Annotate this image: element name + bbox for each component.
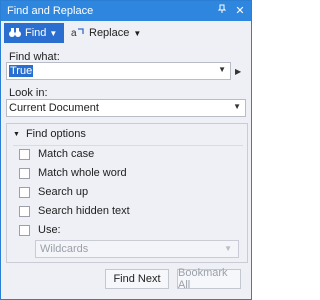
chevron-down-icon: ▼ — [233, 102, 241, 111]
look-in-value: Current Document — [9, 102, 99, 114]
find-mode-button[interactable]: Find ▼ — [4, 23, 64, 43]
title-bar-controls: ✕ — [215, 4, 247, 18]
use-label: Use: — [38, 224, 61, 236]
find-options-panel: ▼ Find options Match case Match whole wo… — [6, 123, 248, 263]
bookmark-all-label: Bookmark All — [178, 267, 228, 291]
search-hidden-text-checkbox[interactable] — [19, 205, 30, 217]
close-icon[interactable]: ✕ — [233, 4, 247, 18]
find-mode-label: Find — [25, 27, 47, 39]
divider — [13, 145, 243, 146]
collapse-triangle-icon: ▼ — [13, 130, 20, 138]
find-replace-window: Find and Replace ✕ Find ▼ a Replace ▼ Fi… — [0, 0, 252, 300]
chevron-down-icon[interactable]: ▼ — [218, 65, 226, 74]
use-checkbox[interactable] — [19, 224, 30, 236]
use-option[interactable]: Use: — [19, 224, 61, 236]
match-whole-word-option[interactable]: Match whole word — [19, 167, 127, 179]
chevron-down-icon: ▼ — [49, 28, 58, 38]
chevron-down-icon: ▼ — [133, 28, 142, 38]
match-whole-word-checkbox[interactable] — [19, 167, 30, 179]
mode-toolbar: Find ▼ a Replace ▼ — [1, 21, 251, 45]
bookmark-all-button: Bookmark All — [177, 267, 241, 291]
use-type-select: Wildcards ▼ — [35, 240, 239, 258]
search-up-option[interactable]: Search up — [19, 186, 88, 198]
replace-mode-button[interactable]: a Replace ▼ — [71, 23, 141, 43]
chevron-down-icon: ▼ — [224, 244, 232, 253]
find-options-header[interactable]: ▼ Find options — [13, 128, 243, 146]
window-title: Find and Replace — [7, 5, 94, 17]
use-type-value: Wildcards — [40, 243, 89, 255]
pin-icon[interactable] — [215, 4, 229, 18]
replace-icon: a — [71, 26, 85, 41]
replace-mode-label: Replace — [89, 27, 130, 39]
find-what-input[interactable]: True ▼ — [6, 62, 231, 80]
binoculars-icon — [8, 26, 22, 41]
search-hidden-text-label: Search hidden text — [38, 205, 130, 217]
find-next-button[interactable]: Find Next — [105, 269, 169, 289]
search-up-checkbox[interactable] — [19, 186, 30, 198]
look-in-label: Look in: — [9, 87, 48, 99]
chevron-right-icon[interactable]: ▶ — [235, 67, 241, 76]
title-bar[interactable]: Find and Replace ✕ — [1, 1, 251, 21]
match-whole-word-label: Match whole word — [38, 167, 127, 179]
look-in-select[interactable]: Current Document ▼ — [6, 99, 246, 117]
find-options-title: Find options — [25, 128, 86, 140]
find-next-label: Find Next — [113, 273, 161, 285]
match-case-checkbox[interactable] — [19, 148, 30, 160]
match-case-option[interactable]: Match case — [19, 148, 94, 160]
match-case-label: Match case — [38, 148, 95, 160]
svg-text:a: a — [71, 28, 77, 38]
search-up-label: Search up — [38, 186, 89, 198]
search-hidden-text-option[interactable]: Search hidden text — [19, 205, 130, 217]
find-what-value: True — [9, 65, 34, 77]
